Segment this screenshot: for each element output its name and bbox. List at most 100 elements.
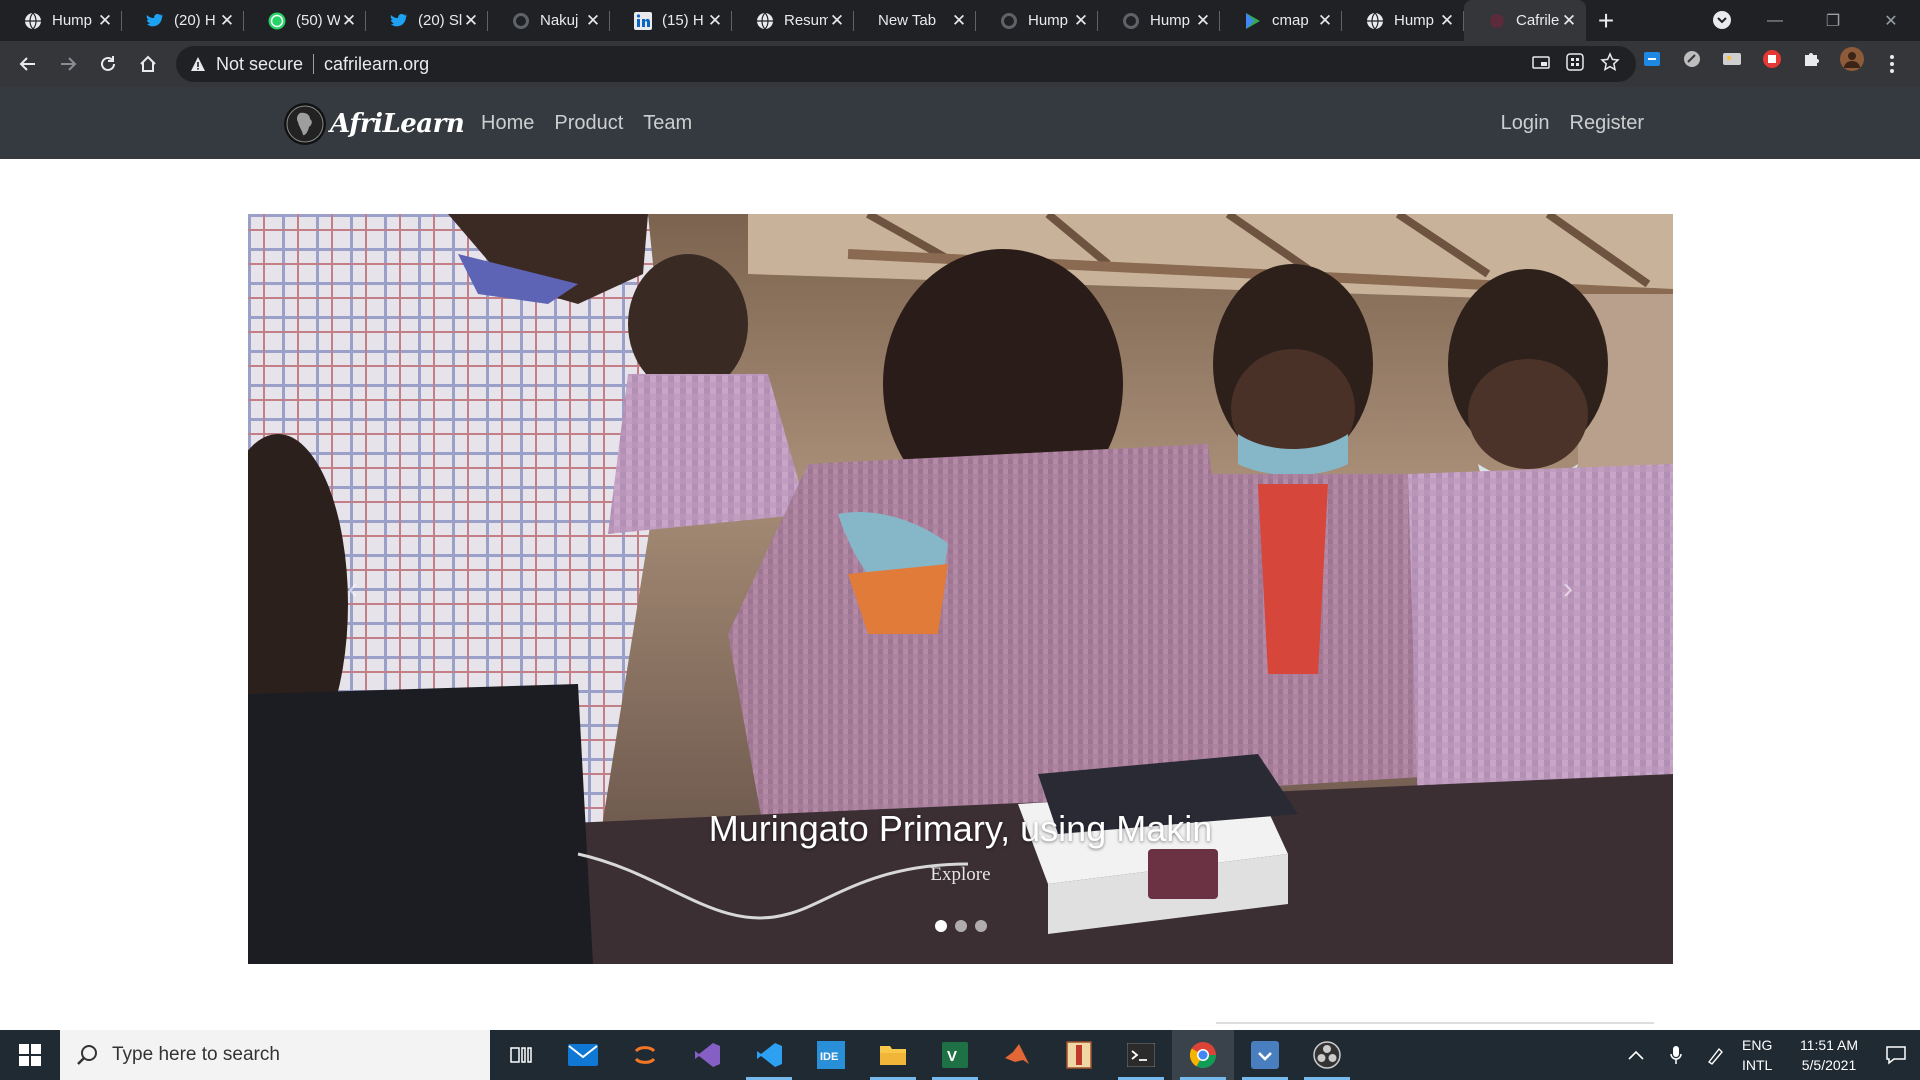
language-line2: INTL xyxy=(1742,1057,1773,1073)
download-icon[interactable] xyxy=(1234,1030,1296,1080)
clock[interactable]: 11:51 AM 5/5/2021 xyxy=(1786,1035,1872,1075)
back-icon[interactable] xyxy=(8,44,48,84)
carousel-caption: Muringato Primary, using Makin xyxy=(708,808,1213,849)
browser-tab[interactable]: New Tab ✕ xyxy=(854,0,976,41)
visual-studio-icon[interactable] xyxy=(676,1030,738,1080)
tab-title: (15) H xyxy=(662,12,704,29)
extension-3-icon[interactable] xyxy=(1720,47,1744,71)
close-tab-icon[interactable]: ✕ xyxy=(584,11,602,30)
carousel-indicator-dot[interactable] xyxy=(954,920,967,932)
warning-icon[interactable] xyxy=(190,56,206,72)
divider xyxy=(313,54,315,74)
extension-1-icon[interactable] xyxy=(1640,47,1664,71)
mail-icon[interactable] xyxy=(552,1030,614,1080)
vscode-icon[interactable] xyxy=(738,1030,800,1080)
pen-icon[interactable] xyxy=(1696,1030,1736,1080)
minimize-icon[interactable]: — xyxy=(1746,0,1804,41)
forward-icon[interactable] xyxy=(48,44,88,84)
hero-carousel: ‹ › Muringato Primary, using Makin Explo… xyxy=(248,214,1673,964)
nav-product[interactable]: Product xyxy=(554,112,623,135)
browser-tab[interactable]: cmap ✕ xyxy=(1220,0,1342,41)
carousel-indicator-dot[interactable] xyxy=(934,920,947,932)
restore-icon[interactable]: ❐ xyxy=(1804,0,1862,41)
close-tab-icon[interactable]: ✕ xyxy=(1438,11,1456,30)
browser-tab[interactable]: (50) W ✕ xyxy=(244,0,366,41)
slide-photo xyxy=(248,214,1673,964)
matlab-icon[interactable] xyxy=(986,1030,1048,1080)
nav-team[interactable]: Team xyxy=(643,112,692,135)
profile-avatar-icon[interactable] xyxy=(1840,47,1864,71)
file-explorer-icon[interactable] xyxy=(862,1030,924,1080)
close-tab-icon[interactable]: ✕ xyxy=(828,11,846,30)
auth-links: Login Register xyxy=(1501,87,1644,159)
task-view-icon[interactable] xyxy=(490,1030,552,1080)
github-icon xyxy=(1000,12,1018,30)
close-tab-icon[interactable]: ✕ xyxy=(340,11,358,30)
reload-icon[interactable] xyxy=(88,44,128,84)
close-tab-icon[interactable]: ✕ xyxy=(1560,11,1578,30)
carousel-prev-button[interactable]: ‹ xyxy=(333,559,373,619)
nav-home[interactable]: Home xyxy=(481,112,534,135)
windows-start-icon[interactable] xyxy=(0,1030,60,1080)
tab-title: Hump xyxy=(52,12,93,29)
home-icon[interactable] xyxy=(128,44,168,84)
apps-grid-icon[interactable] xyxy=(1566,52,1584,76)
excel-icon[interactable]: V xyxy=(924,1030,986,1080)
close-tab-icon[interactable]: ✕ xyxy=(1316,11,1334,30)
close-tab-icon[interactable]: ✕ xyxy=(706,11,724,30)
cast-icon[interactable] xyxy=(1532,54,1550,75)
browser-tab-strip: Hump ✕ (20) H ✕ (50) W ✕ (20) Sl ✕ Nakuj ✕ (15) H ✕… xyxy=(0,0,1920,41)
login-link[interactable]: Login xyxy=(1501,112,1550,135)
chrome-icon[interactable] xyxy=(1172,1030,1234,1080)
close-tab-icon[interactable]: ✕ xyxy=(950,11,968,30)
close-tab-icon[interactable]: ✕ xyxy=(96,11,114,30)
address-bar[interactable]: Not secure cafrilearn.org xyxy=(176,46,1636,82)
microphone-icon[interactable] xyxy=(1656,1030,1696,1080)
chevron-up-icon[interactable] xyxy=(1616,1030,1656,1080)
twitter-icon xyxy=(390,12,408,30)
intellij-icon[interactable]: IDE xyxy=(800,1030,862,1080)
close-tab-icon[interactable]: ✕ xyxy=(1072,11,1090,30)
tab-title: New Tab xyxy=(878,12,937,29)
browser-tab[interactable]: Hump ✕ xyxy=(0,0,122,41)
browser-tab[interactable]: Resum ✕ xyxy=(732,0,854,41)
browser-tab[interactable]: Nakuj ✕ xyxy=(488,0,610,41)
language-line1: ENG xyxy=(1742,1037,1773,1053)
jupyter-icon[interactable] xyxy=(614,1030,676,1080)
system-tray: ENG INTL 11:51 AM 5/5/2021 xyxy=(1616,1030,1920,1080)
language-indicator[interactable]: ENG INTL xyxy=(1736,1035,1786,1075)
extension-4-icon[interactable] xyxy=(1760,47,1784,71)
close-window-icon[interactable]: ✕ xyxy=(1862,0,1920,41)
notifications-icon[interactable] xyxy=(1872,1030,1920,1080)
browser-tab[interactable]: Hump ✕ xyxy=(976,0,1098,41)
browser-tab[interactable]: (15) H ✕ xyxy=(610,0,732,41)
browser-tab[interactable]: Cafrile ✕ xyxy=(1464,0,1586,41)
extensions-puzzle-icon[interactable] xyxy=(1800,47,1824,71)
extension-2-icon[interactable] xyxy=(1680,47,1704,71)
terminal-icon[interactable] xyxy=(1110,1030,1172,1080)
svg-text:V: V xyxy=(947,1048,957,1065)
close-tab-icon[interactable]: ✕ xyxy=(462,11,480,30)
close-tab-icon[interactable]: ✕ xyxy=(218,11,236,30)
whatsapp-icon xyxy=(268,12,286,30)
browser-tab[interactable]: Hump ✕ xyxy=(1098,0,1220,41)
close-tab-icon[interactable]: ✕ xyxy=(1194,11,1212,30)
bookmark-star-icon[interactable] xyxy=(1600,51,1620,77)
brand-name: AfriLearn xyxy=(330,109,465,139)
explore-button[interactable]: Explore xyxy=(248,864,1673,886)
taskbar-search[interactable]: Type here to search xyxy=(60,1030,490,1080)
brand-logo[interactable]: AfriLearn xyxy=(284,103,465,145)
obs-icon[interactable] xyxy=(1296,1030,1358,1080)
browser-tab[interactable]: (20) H ✕ xyxy=(122,0,244,41)
archive-icon[interactable] xyxy=(1048,1030,1110,1080)
tab-search-icon[interactable] xyxy=(1710,8,1734,32)
menu-kebab-icon[interactable] xyxy=(1880,52,1904,76)
carousel-indicator-dot[interactable] xyxy=(974,920,987,932)
new-tab-button[interactable]: + xyxy=(1586,0,1626,41)
carousel-next-button[interactable]: › xyxy=(1548,559,1588,619)
browser-tab[interactable]: (20) Sl ✕ xyxy=(366,0,488,41)
url-text[interactable]: cafrilearn.org xyxy=(324,54,429,75)
register-link[interactable]: Register xyxy=(1570,112,1644,135)
security-label: Not secure xyxy=(216,53,304,74)
browser-tab[interactable]: Hump ✕ xyxy=(1342,0,1464,41)
